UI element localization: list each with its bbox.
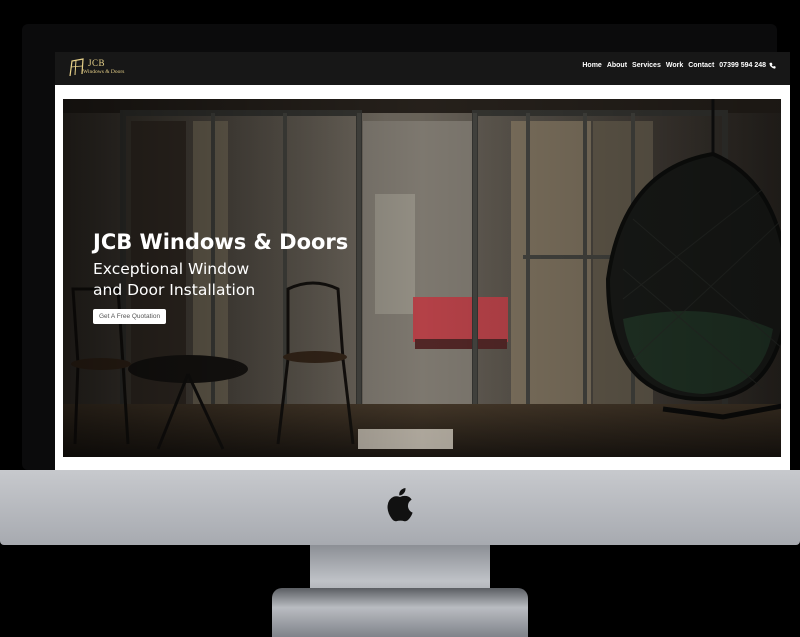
hero-section: JCB Windows & Doors Exceptional Window a… (63, 99, 781, 457)
nav-services[interactable]: Services (632, 62, 661, 69)
hero-subtitle-line2: and Door Installation (93, 281, 256, 299)
imac-device: JCB Windows & Doors Home About Services … (0, 0, 800, 637)
phone-number: 07399 594 248 (719, 62, 766, 69)
hero-title: JCB Windows & Doors (93, 230, 349, 254)
apple-logo-icon (387, 488, 413, 522)
website-screen: JCB Windows & Doors Home About Services … (55, 52, 790, 472)
phone-link[interactable]: 07399 594 248 (719, 62, 776, 69)
nav-about[interactable]: About (607, 62, 627, 69)
nav-home[interactable]: Home (582, 62, 601, 69)
nav-work[interactable]: Work (666, 62, 683, 69)
logo-title: JCB (88, 58, 106, 68)
logo-subtitle: Windows & Doors (83, 69, 125, 75)
site-logo[interactable]: JCB Windows & Doors (69, 57, 129, 81)
hero-subtitle: Exceptional Window and Door Installation (93, 259, 353, 301)
nav-contact[interactable]: Contact (688, 62, 714, 69)
main-nav: Home About Services Work Contact 07399 5… (582, 62, 776, 69)
imac-stand-base (272, 588, 528, 637)
screen-bezel: JCB Windows & Doors Home About Services … (22, 24, 790, 472)
free-quotation-button[interactable]: Get A Free Quotation (93, 309, 167, 324)
hero-subtitle-line1: Exceptional Window (93, 260, 250, 278)
phone-icon (769, 62, 776, 69)
navbar: JCB Windows & Doors Home About Services … (55, 52, 790, 85)
